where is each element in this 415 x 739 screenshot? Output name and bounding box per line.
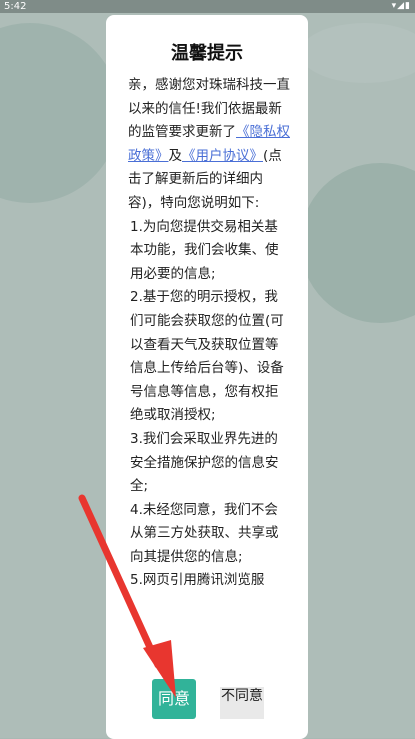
signal-icon: ◢ (397, 1, 406, 11)
intro-paragraph: 亲，感谢您对珠瑞科技一直以来的信任!我们依据最新的监管要求更新了《隐私权政策》及… (128, 74, 290, 216)
and-text: 及 (168, 147, 183, 164)
list-item: 2.基于您的明示授权，我们可能会获取您的位置(可以查看天气及获取位置等信息上传给… (130, 289, 284, 424)
user-agreement-link[interactable]: 《用户协议》 (182, 148, 263, 164)
dialog-body[interactable]: 亲，感谢您对珠瑞科技一直以来的信任!我们依据最新的监管要求更新了《隐私权政策》及… (128, 74, 290, 652)
agree-button[interactable]: 同意 (152, 679, 196, 719)
battery-icon: ▮ (405, 1, 411, 11)
dialog-buttons: 同意 不同意 (106, 675, 308, 735)
status-icons: ▾◢▮ (392, 0, 411, 13)
list-item: 3.我们会采取业界先进的安全措施保护您的信息安全; (130, 430, 279, 495)
background-shape (0, 23, 120, 203)
list-item: 5.网页引用腾讯浏览服 (130, 572, 265, 589)
background-shape (300, 23, 415, 83)
disagree-button[interactable]: 不同意 (220, 687, 264, 719)
list-item: 4.未经您同意，我们不会从第三方处获取、共享或向其提供您的信息; (130, 501, 279, 565)
status-time: 5:42 (4, 1, 27, 12)
status-bar: 5:42 ▾◢▮ (0, 0, 415, 13)
background-shape (300, 163, 415, 323)
privacy-dialog: 温馨提示 亲，感谢您对珠瑞科技一直以来的信任!我们依据最新的监管要求更新了《隐私… (106, 15, 308, 739)
dialog-title: 温馨提示 (171, 43, 243, 64)
list-item: 1.为向您提供交易相关基本功能，我们会收集、使用必要的信息; (130, 218, 279, 282)
